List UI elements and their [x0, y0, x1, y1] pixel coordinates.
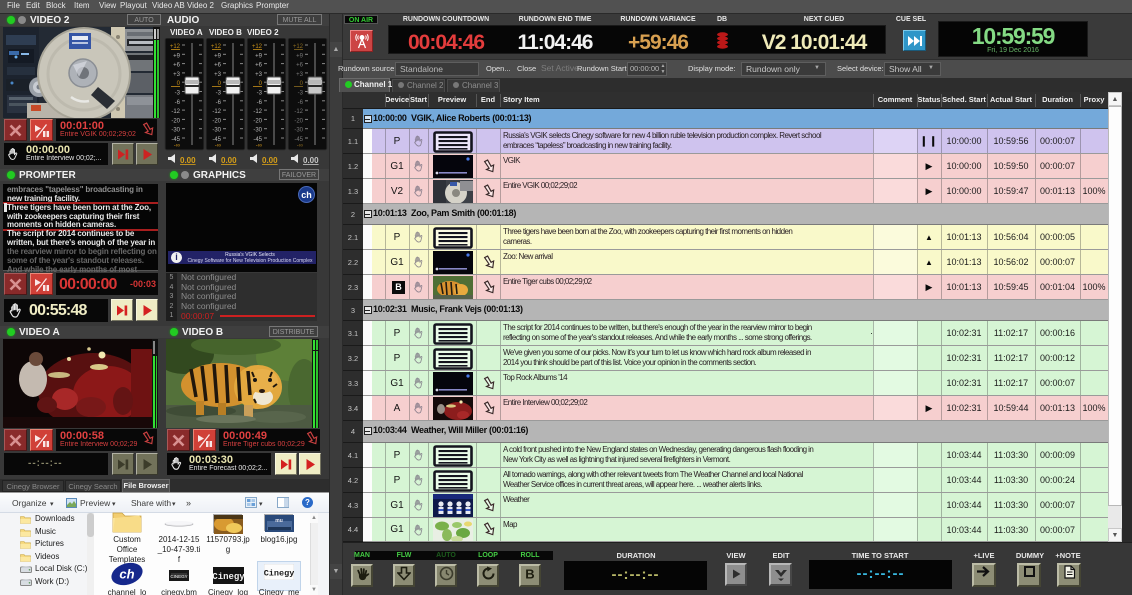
- svg-text:CINEGY: CINEGY: [170, 574, 187, 579]
- svg-text:+3: +3: [173, 72, 181, 78]
- svg-text:-30: -30: [253, 128, 262, 134]
- svg-text:-∞: -∞: [215, 143, 221, 149]
- svg-text:+3: +3: [214, 72, 222, 78]
- svg-text:+3: +3: [255, 72, 263, 78]
- svg-text:+3: +3: [296, 72, 304, 78]
- svg-text:0.00: 0.00: [180, 156, 196, 165]
- svg-text:-20: -20: [171, 118, 180, 124]
- svg-text:0.00: 0.00: [221, 156, 237, 165]
- svg-text:Cinegy: Cinegy: [213, 572, 244, 582]
- svg-text:+9: +9: [296, 53, 304, 59]
- svg-text:B: B: [525, 567, 534, 582]
- svg-text:-3: -3: [216, 91, 222, 97]
- svg-text:0.00: 0.00: [262, 156, 278, 165]
- svg-text:-12: -12: [171, 109, 180, 115]
- svg-text:-20: -20: [294, 118, 303, 124]
- svg-text:-3: -3: [257, 91, 263, 97]
- svg-text:0.00: 0.00: [303, 156, 319, 165]
- svg-text:mu: mu: [275, 518, 283, 524]
- svg-text:-6: -6: [298, 100, 304, 106]
- svg-text:Cinegy: Cinegy: [264, 569, 294, 579]
- svg-text:-12: -12: [294, 109, 303, 115]
- svg-text:-∞: -∞: [297, 143, 303, 149]
- svg-text:-6: -6: [216, 100, 222, 106]
- svg-text:-6: -6: [175, 100, 181, 106]
- svg-text:ch: ch: [119, 567, 134, 582]
- svg-text:-20: -20: [253, 118, 262, 124]
- svg-text:+6: +6: [214, 63, 222, 69]
- svg-text:-6: -6: [257, 100, 263, 106]
- svg-text:+6: +6: [173, 63, 181, 69]
- svg-text:-30: -30: [212, 128, 221, 134]
- svg-text:-3: -3: [175, 91, 181, 97]
- svg-text:-3: -3: [298, 91, 304, 97]
- svg-text:-20: -20: [212, 118, 221, 124]
- svg-text:-12: -12: [253, 109, 262, 115]
- svg-text:-30: -30: [171, 128, 180, 134]
- svg-text:ch: ch: [301, 190, 312, 200]
- svg-text:+9: +9: [173, 53, 181, 59]
- svg-text:+9: +9: [214, 53, 222, 59]
- svg-text:-∞: -∞: [174, 143, 180, 149]
- svg-text:-12: -12: [212, 109, 221, 115]
- svg-text:-30: -30: [294, 128, 303, 134]
- svg-text:+6: +6: [296, 63, 304, 69]
- svg-text:+6: +6: [255, 63, 263, 69]
- svg-text:-∞: -∞: [256, 143, 262, 149]
- svg-text:+9: +9: [255, 53, 263, 59]
